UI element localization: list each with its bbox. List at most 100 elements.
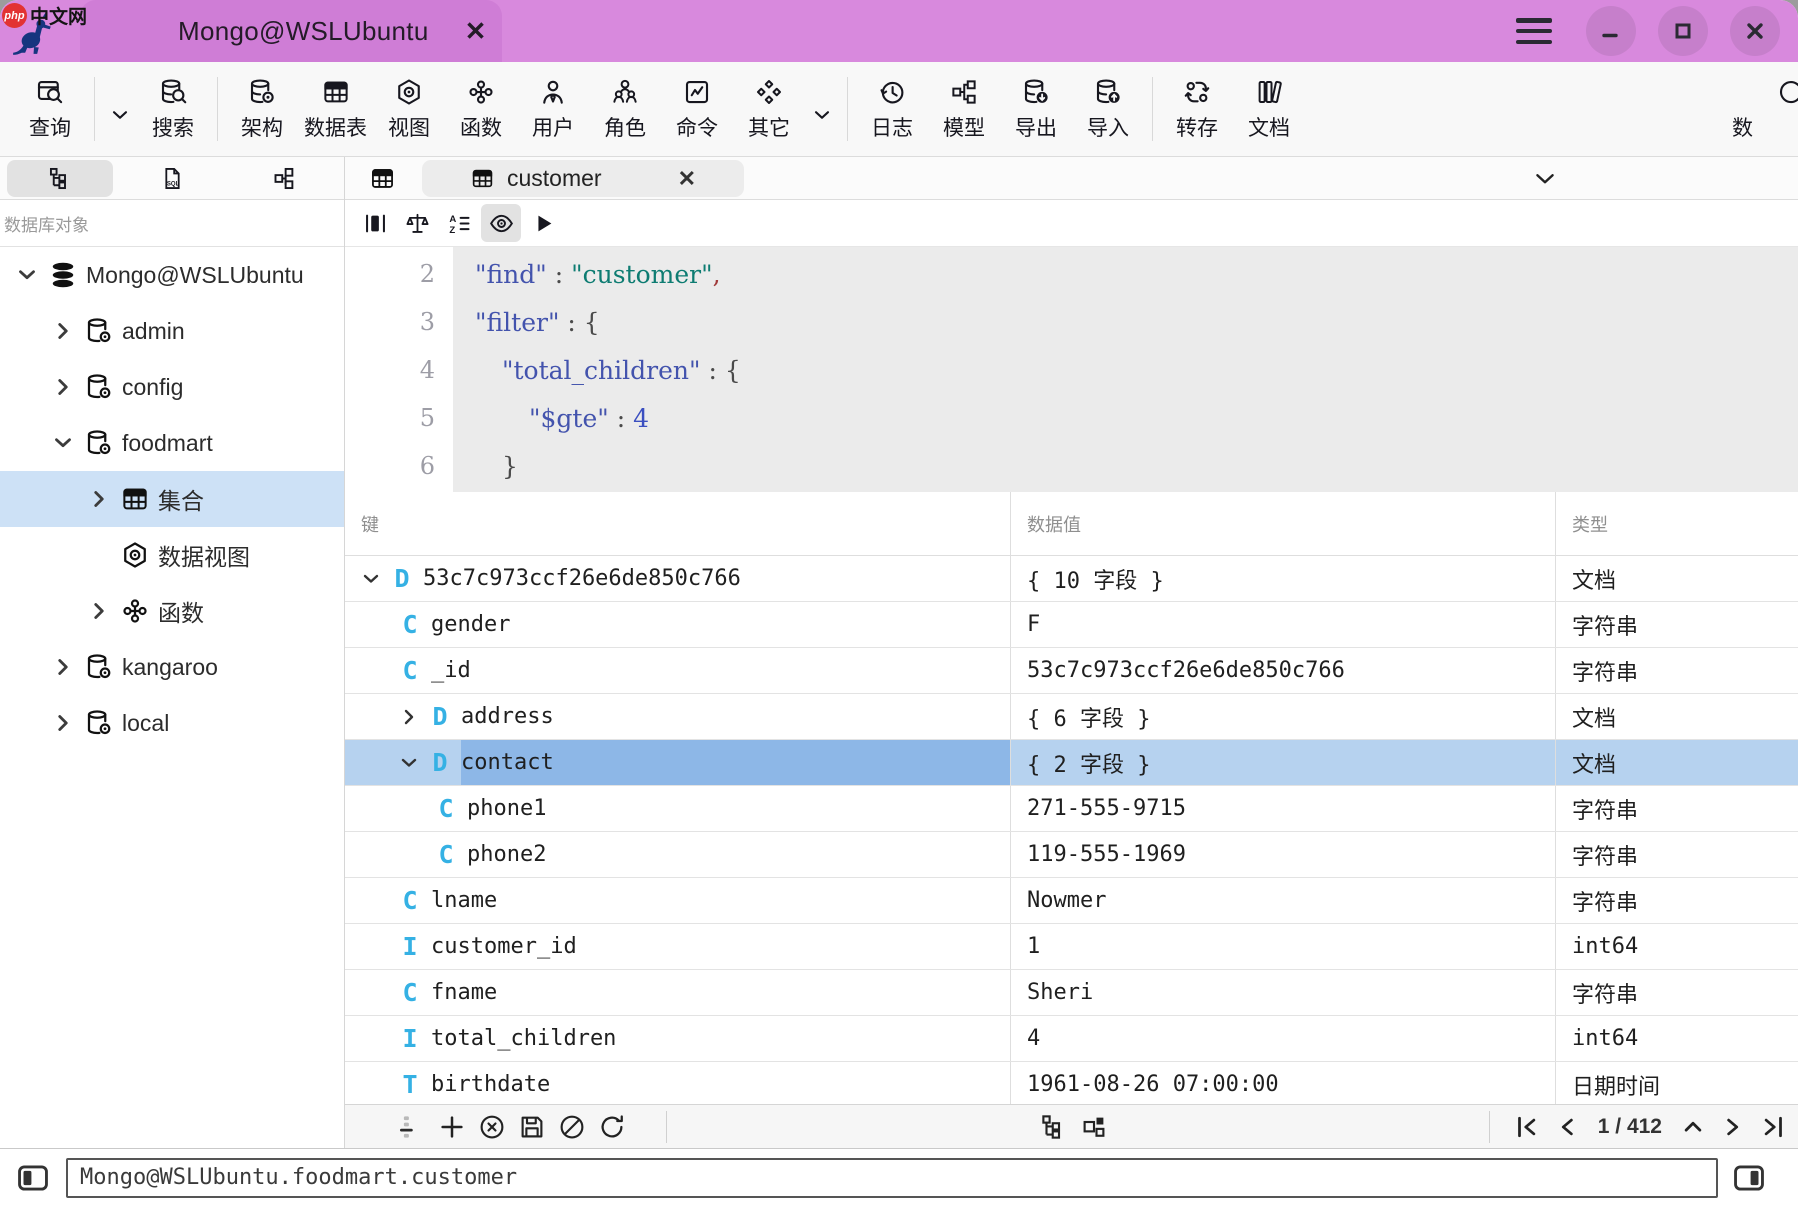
- table-row-selected[interactable]: D contact { 2 字段 } 文档: [345, 740, 1798, 786]
- connection-tab[interactable]: Mongo@WSLUbuntu ✕: [80, 0, 502, 62]
- chevron-down-icon[interactable]: [50, 430, 76, 456]
- user-button[interactable]: 用户: [517, 66, 589, 152]
- sort-list-button[interactable]: AZ: [439, 204, 479, 242]
- query-editor[interactable]: 2 "find" : "customer", 3 "filter" : { 4 …: [345, 247, 1798, 492]
- row-value[interactable]: 4: [1011, 1016, 1556, 1061]
- tree-item-dataviews[interactable]: 数据视图: [0, 527, 344, 583]
- row-value[interactable]: { 6 字段 }: [1011, 694, 1556, 739]
- save-record-icon[interactable]: [517, 1112, 547, 1142]
- query-button[interactable]: 查询: [14, 66, 86, 152]
- diagram-view-toggle[interactable]: [231, 160, 337, 197]
- log-button[interactable]: 日志: [856, 66, 928, 152]
- tree-result-view-icon[interactable]: [1039, 1112, 1069, 1142]
- row-value[interactable]: { 10 字段 }: [1011, 556, 1556, 601]
- table-row[interactable]: C phone1 271-555-9715 字符串: [345, 786, 1798, 832]
- tab-list-chevron-icon[interactable]: [1532, 166, 1558, 192]
- tree-item-functions[interactable]: 函数: [0, 583, 344, 639]
- collection-grid-button[interactable]: [360, 165, 404, 192]
- explain-scales-button[interactable]: [397, 204, 437, 242]
- tree-item-local[interactable]: local: [0, 695, 344, 751]
- export-button[interactable]: 导出: [1000, 66, 1072, 152]
- clipped-toolbar-button[interactable]: 数: [1712, 66, 1798, 152]
- chevron-down-icon[interactable]: [359, 567, 383, 591]
- function-button[interactable]: 函数: [445, 66, 517, 152]
- toggle-right-panel-icon[interactable]: [1730, 1159, 1768, 1197]
- tree-item-connection[interactable]: Mongo@WSLUbuntu: [0, 247, 344, 303]
- tree-item-admin[interactable]: admin: [0, 303, 344, 359]
- row-value[interactable]: Sheri: [1011, 970, 1556, 1015]
- row-key-selected-cell[interactable]: contact: [461, 740, 1010, 785]
- row-value[interactable]: { 2 字段 }: [1011, 740, 1556, 785]
- chevron-right-icon[interactable]: [50, 654, 76, 680]
- minimize-button[interactable]: [1586, 6, 1636, 56]
- grid-result-view-icon[interactable]: [1079, 1112, 1109, 1142]
- columns-view-button[interactable]: [355, 204, 395, 242]
- schema-button[interactable]: 架构: [226, 66, 298, 152]
- tree-item-foodmart[interactable]: foodmart: [0, 415, 344, 471]
- expand-record-icon[interactable]: [1678, 1112, 1708, 1142]
- row-value[interactable]: 1: [1011, 924, 1556, 969]
- run-button[interactable]: [523, 204, 563, 242]
- row-value[interactable]: 119-555-1969: [1011, 832, 1556, 877]
- table-row[interactable]: C lname Nowmer 字符串: [345, 878, 1798, 924]
- tree-item-collections[interactable]: 集合: [0, 471, 344, 527]
- tab-customer[interactable]: customer ✕: [422, 160, 744, 197]
- next-record-icon[interactable]: [1718, 1112, 1748, 1142]
- last-record-icon[interactable]: [1758, 1112, 1788, 1142]
- maximize-button[interactable]: [1658, 6, 1708, 56]
- connection-tab-close-icon[interactable]: ✕: [465, 18, 487, 44]
- view-button[interactable]: 视图: [373, 66, 445, 152]
- close-button[interactable]: [1730, 6, 1780, 56]
- query-dropdown-chevron-icon[interactable]: [103, 66, 137, 152]
- table-button[interactable]: 数据表: [298, 66, 373, 152]
- dump-button[interactable]: 转存: [1161, 66, 1233, 152]
- menu-icon[interactable]: [1516, 18, 1552, 44]
- role-button[interactable]: 角色: [589, 66, 661, 152]
- sql-view-toggle[interactable]: SQL: [119, 160, 225, 197]
- table-row[interactable]: C _id 53c7c973ccf26e6de850c766 字符串: [345, 648, 1798, 694]
- tree-item-kangaroo[interactable]: kangaroo: [0, 639, 344, 695]
- table-row[interactable]: D address { 6 字段 } 文档: [345, 694, 1798, 740]
- import-button[interactable]: 导入: [1072, 66, 1144, 152]
- command-button[interactable]: 命令: [661, 66, 733, 152]
- chevron-right-icon[interactable]: [86, 598, 112, 624]
- chevron-down-icon[interactable]: [397, 751, 421, 775]
- chevron-down-icon[interactable]: [14, 262, 40, 288]
- row-value[interactable]: 271-555-9715: [1011, 786, 1556, 831]
- row-value[interactable]: 53c7c973ccf26e6de850c766: [1011, 648, 1556, 693]
- table-row[interactable]: I customer_id 1 int64: [345, 924, 1798, 970]
- model-button[interactable]: 模型: [928, 66, 1000, 152]
- table-row[interactable]: T birthdate 1961-08-26 07:00:00 日期时间: [345, 1062, 1798, 1104]
- toggle-left-panel-icon[interactable]: [14, 1159, 52, 1197]
- chevron-right-icon[interactable]: [50, 710, 76, 736]
- add-record-icon[interactable]: [437, 1112, 467, 1142]
- column-header-key[interactable]: 键: [345, 511, 379, 537]
- delete-record-icon[interactable]: [477, 1112, 507, 1142]
- other-dropdown-chevron-icon[interactable]: [805, 66, 839, 152]
- refresh-icon[interactable]: [597, 1112, 627, 1142]
- tree-view-toggle[interactable]: [7, 160, 113, 197]
- chevron-right-icon[interactable]: [50, 374, 76, 400]
- other-button[interactable]: 其它: [733, 66, 805, 152]
- filter-rows-icon[interactable]: [397, 1112, 427, 1142]
- table-row[interactable]: C gender F 字符串: [345, 602, 1798, 648]
- docs-button[interactable]: 文档: [1233, 66, 1305, 152]
- discard-icon[interactable]: [557, 1112, 587, 1142]
- table-row[interactable]: D 53c7c973ccf26e6de850c766 { 10 字段 } 文档: [345, 556, 1798, 602]
- tab-close-icon[interactable]: ✕: [678, 166, 696, 192]
- table-row[interactable]: C fname Sheri 字符串: [345, 970, 1798, 1016]
- row-value[interactable]: 1961-08-26 07:00:00: [1011, 1062, 1556, 1104]
- chevron-right-icon[interactable]: [86, 486, 112, 512]
- tree-item-config[interactable]: config: [0, 359, 344, 415]
- first-record-icon[interactable]: [1512, 1112, 1542, 1142]
- table-row[interactable]: C phone2 119-555-1969 字符串: [345, 832, 1798, 878]
- column-header-type[interactable]: 类型: [1556, 511, 1608, 537]
- table-row[interactable]: I total_children 4 int64: [345, 1016, 1798, 1062]
- prev-record-icon[interactable]: [1552, 1112, 1582, 1142]
- chevron-right-icon[interactable]: [50, 318, 76, 344]
- chevron-right-icon[interactable]: [397, 705, 421, 729]
- preview-button[interactable]: [481, 204, 521, 242]
- row-value[interactable]: Nowmer: [1011, 878, 1556, 923]
- search-button[interactable]: 搜索: [137, 66, 209, 152]
- row-value[interactable]: F: [1011, 602, 1556, 647]
